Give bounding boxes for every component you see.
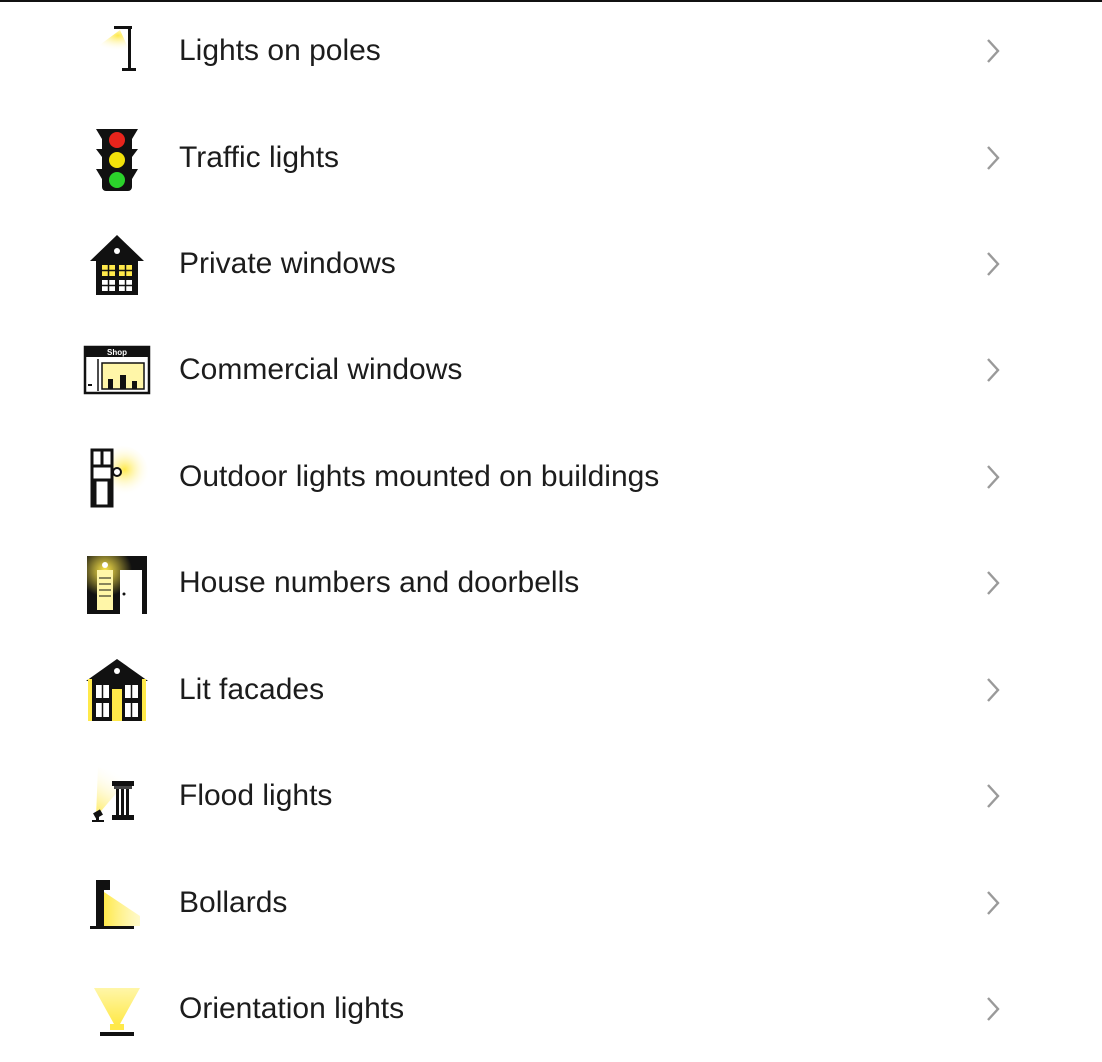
list-item-label: Flood lights [179, 779, 333, 812]
list-item-label: Outdoor lights mounted on buildings [179, 460, 660, 493]
traffic-light-icon [82, 123, 152, 193]
flood-light-icon [82, 761, 152, 831]
list-item-private-windows[interactable]: Private windows [0, 211, 1102, 317]
chevron-right-icon [978, 675, 1008, 705]
doorbell-icon [82, 548, 152, 618]
house-windows-icon [82, 229, 152, 299]
chevron-right-icon [978, 249, 1008, 279]
shop-window-icon: Shop [82, 335, 152, 405]
chevron-right-icon [978, 568, 1008, 598]
chevron-right-icon [978, 462, 1008, 492]
chevron-right-icon [978, 994, 1008, 1024]
list-item-label: Traffic lights [179, 141, 340, 174]
chevron-right-icon [978, 36, 1008, 66]
list-item-label: House numbers and doorbells [179, 566, 580, 599]
list-item-label: Bollards [179, 886, 288, 919]
list-item-traffic-lights[interactable]: Traffic lights [0, 105, 1102, 211]
list-item-label: Lit facades [179, 673, 325, 706]
wall-lamp-icon [82, 442, 152, 512]
chevron-right-icon [978, 888, 1008, 918]
list-item-label: Lights on poles [179, 34, 381, 67]
chevron-right-icon [978, 355, 1008, 385]
lit-facade-icon [82, 655, 152, 725]
list-item-label: Private windows [179, 247, 396, 280]
list-item-commercial-windows[interactable]: Shop Commercial windows [0, 317, 1102, 423]
list-item-flood-lights[interactable]: Flood lights [0, 743, 1102, 849]
bollard-icon [82, 868, 152, 938]
list-item-house-numbers[interactable]: House numbers and doorbells [0, 530, 1102, 636]
shop-sign-text: Shop [107, 348, 127, 357]
list-item-lights-on-poles[interactable]: Lights on poles [0, 0, 1102, 104]
list-item-lit-facades[interactable]: Lit facades [0, 637, 1102, 743]
list-item-outdoor-lights[interactable]: Outdoor lights mounted on buildings [0, 424, 1102, 530]
lighting-category-list: Lights on poles Traffic lights Private w… [0, 0, 1102, 1062]
list-item-label: Orientation lights [179, 992, 405, 1025]
list-item-bollards[interactable]: Bollards [0, 850, 1102, 956]
chevron-right-icon [978, 143, 1008, 173]
chevron-right-icon [978, 781, 1008, 811]
pole-light-icon [82, 16, 152, 86]
list-item-label: Commercial windows [179, 353, 463, 386]
orientation-light-icon [82, 974, 152, 1044]
list-item-orientation-lights[interactable]: Orientation lights [0, 956, 1102, 1062]
